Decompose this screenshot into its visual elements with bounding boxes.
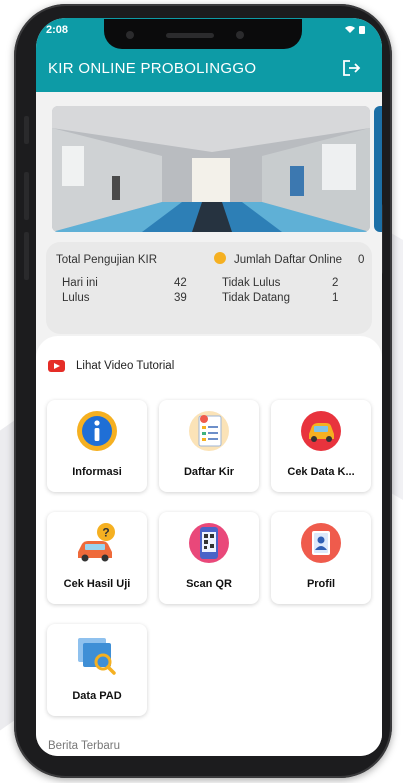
- status-time: 2:08: [46, 24, 69, 36]
- today-value: 42: [174, 277, 187, 289]
- video-tutorial-link[interactable]: Lihat Video Tutorial: [48, 358, 174, 374]
- menu-label: Cek Hasil Uji: [63, 578, 131, 590]
- menu-label: Data PAD: [72, 690, 122, 702]
- total-label: Total Pengujian KIR: [56, 254, 158, 266]
- main-content: Lihat Video Tutorial Informasi Daftar Ki…: [36, 336, 382, 756]
- info-icon: [77, 411, 117, 451]
- failed-label: Tidak Lulus: [222, 277, 281, 289]
- banner-next-slide[interactable]: [374, 106, 382, 232]
- phone-notch: [104, 19, 302, 49]
- menu-daftar-kir[interactable]: Daftar Kir: [159, 400, 259, 492]
- sensor-icon: [236, 31, 244, 39]
- menu-label: Cek Data K...: [287, 466, 355, 478]
- menu-profil[interactable]: Profil: [271, 512, 371, 604]
- banner-image[interactable]: [52, 106, 370, 232]
- menu-label: Profil: [306, 578, 336, 590]
- passed-label: Lulus: [62, 292, 90, 304]
- online-dot-icon: [214, 252, 226, 264]
- menu-label: Daftar Kir: [183, 466, 235, 478]
- online-label: Jumlah Daftar Online: [234, 254, 343, 266]
- absent-value: 1: [332, 292, 339, 304]
- svg-text:?: ?: [102, 526, 109, 540]
- news-section-title: Berita Terbaru: [48, 740, 121, 752]
- app-screen: 2:08 KIR ONLINE PROBOLINGGO Total Penguj…: [36, 18, 382, 756]
- qr-scan-icon: [189, 523, 229, 563]
- menu-data-pad[interactable]: Data PAD: [47, 624, 147, 716]
- video-tutorial-label: Lihat Video Tutorial: [76, 360, 175, 372]
- wifi-battery-icon: [345, 26, 365, 34]
- logout-icon[interactable]: [340, 56, 364, 80]
- volume-down-button: [24, 232, 29, 280]
- menu-scan-qr[interactable]: Scan QR: [159, 512, 259, 604]
- youtube-icon: [48, 360, 65, 372]
- menu-cek-data-kendaraan[interactable]: Cek Data K...: [271, 400, 371, 492]
- car-check-icon: [301, 411, 341, 451]
- status-icons: [344, 24, 370, 38]
- speaker-grille: [166, 33, 214, 38]
- camera-icon: [126, 31, 134, 39]
- stats-panel: Total Pengujian KIR Jumlah Daftar Online…: [46, 242, 372, 334]
- data-search-icon: [78, 638, 116, 675]
- profile-icon: [301, 523, 341, 563]
- passed-value: 39: [174, 292, 187, 304]
- online-value: 0: [358, 254, 365, 266]
- menu-label: Scan QR: [186, 578, 232, 590]
- menu-label: Informasi: [72, 466, 122, 478]
- menu-cek-hasil-uji[interactable]: ? Cek Hasil Uji: [47, 512, 147, 604]
- form-icon: [189, 411, 229, 451]
- failed-value: 2: [332, 277, 339, 289]
- app-title: KIR ONLINE PROBOLINGGO: [48, 60, 257, 77]
- side-button: [24, 116, 29, 144]
- car-question-icon: ?: [78, 523, 115, 562]
- today-label: Hari ini: [62, 277, 98, 289]
- volume-up-button: [24, 172, 29, 220]
- menu-informasi[interactable]: Informasi: [47, 400, 147, 492]
- absent-label: Tidak Datang: [222, 292, 290, 304]
